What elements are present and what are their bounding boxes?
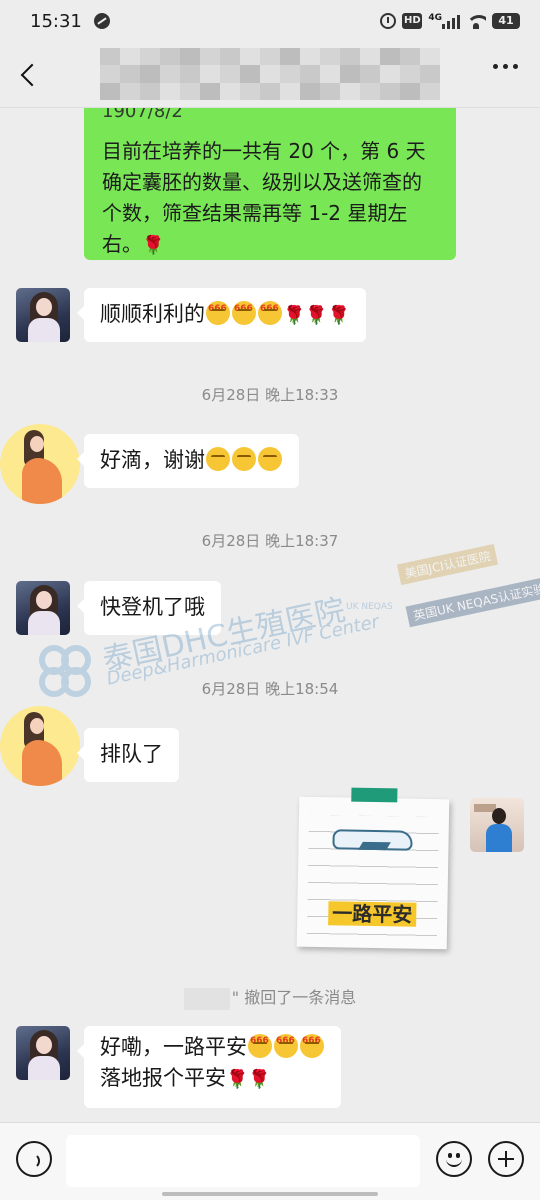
hd-icon: HD — [402, 13, 423, 29]
chevron-left-icon — [20, 63, 44, 86]
message-cut-text: 1907/8/2 — [102, 108, 183, 122]
laugh-emoji-icon — [232, 447, 256, 471]
more-dots-icon — [493, 64, 498, 69]
incoming-message-bubble[interactable]: 好嘞，一路平安 落地报个平安🌹🌹 — [77, 1026, 341, 1108]
recall-text: " 撤回了一条消息 — [231, 988, 357, 1007]
666-emoji-icon — [206, 293, 230, 326]
message-timestamp: 6月28日 晚上18:33 — [201, 386, 339, 404]
message-text: 顺顺利利的 — [100, 302, 205, 326]
message-input-bar — [0, 1122, 540, 1200]
battery-icon: 41 — [492, 13, 520, 29]
rose-emoji-icon: 🌹 — [305, 305, 328, 326]
incoming-message-bubble[interactable]: 排队了 — [77, 728, 179, 782]
sync-icon — [93, 13, 110, 29]
alarm-icon — [380, 13, 397, 29]
home-indicator[interactable] — [162, 1192, 378, 1196]
outgoing-message-bubble[interactable]: 1907/8/2 目前在培养的一共有 20 个，第 6 天确定囊胚的数量、级别以… — [84, 108, 456, 260]
status-time: 15:31 — [30, 10, 82, 32]
laugh-emoji-icon — [258, 447, 282, 471]
666-emoji-icon — [232, 293, 256, 326]
status-bar: 15:31 HD 4G 41 — [0, 0, 540, 42]
message-text: 排队了 — [100, 742, 163, 766]
status-icons: HD 4G 41 — [380, 13, 520, 29]
message-input[interactable] — [66, 1135, 420, 1187]
666-emoji-icon — [274, 1026, 298, 1058]
voice-input-button[interactable] — [16, 1141, 52, 1177]
incoming-message-bubble[interactable]: 快登机了哦 — [77, 581, 221, 635]
bon-voyage-sticker[interactable]: 一路平安 — [296, 787, 450, 950]
recall-notice: " 撤回了一条消息 — [0, 984, 540, 1010]
incoming-message-bubble[interactable]: 顺顺利利的🌹🌹🌹 — [76, 288, 367, 342]
contact-avatar[interactable] — [16, 288, 70, 342]
message-text: 目前在培养的一共有 20 个，第 6 天确定囊胚的数量、级别以及送筛查的个数，筛… — [102, 136, 438, 261]
message-timestamp: 6月28日 晚上18:37 — [201, 532, 339, 550]
rose-emoji-icon: 🌹 — [327, 305, 351, 326]
rose-emoji-icon: 🌹 — [142, 235, 165, 256]
contact-avatar[interactable] — [16, 1026, 70, 1080]
message-text-line1: 好嘞，一路平安 — [100, 1035, 247, 1059]
network-type-label: 4G — [428, 13, 442, 23]
agent-avatar[interactable] — [470, 798, 524, 852]
emoji-button[interactable] — [436, 1141, 472, 1177]
chat-header — [0, 42, 540, 108]
message-text: 好滴，谢谢 — [100, 448, 205, 472]
laugh-emoji-icon — [206, 447, 230, 471]
666-emoji-icon — [258, 293, 282, 326]
666-emoji-icon — [248, 1026, 272, 1058]
cellular-signal-icon: 4G — [428, 13, 460, 29]
rose-emoji-icon: 🌹 — [248, 1069, 271, 1090]
chat-title-pixelated — [100, 48, 440, 100]
wifi-icon — [466, 13, 486, 29]
tape-decoration — [351, 787, 398, 803]
incoming-message-bubble[interactable]: 好滴，谢谢 — [77, 434, 299, 488]
more-options-button[interactable] — [493, 64, 518, 69]
more-actions-button[interactable] — [488, 1141, 524, 1177]
message-text: 快登机了哦 — [100, 595, 205, 619]
666-emoji-icon — [300, 1026, 324, 1058]
user-avatar[interactable] — [0, 706, 80, 786]
rose-emoji-icon: 🌹 — [283, 305, 306, 326]
back-button[interactable] — [0, 42, 58, 108]
user-avatar[interactable] — [0, 424, 80, 504]
message-timestamp: 6月28日 晚上18:54 — [201, 680, 339, 698]
chat-message-list[interactable]: 1907/8/2 目前在培养的一共有 20 个，第 6 天确定囊胚的数量、级别以… — [0, 108, 540, 1122]
rose-emoji-icon: 🌹 — [226, 1069, 249, 1090]
message-text-line2: 落地报个平安 — [100, 1066, 226, 1090]
sticker-text: 一路平安 — [297, 897, 447, 929]
contact-avatar[interactable] — [16, 581, 70, 635]
recalled-user-name-blurred — [183, 987, 230, 1010]
